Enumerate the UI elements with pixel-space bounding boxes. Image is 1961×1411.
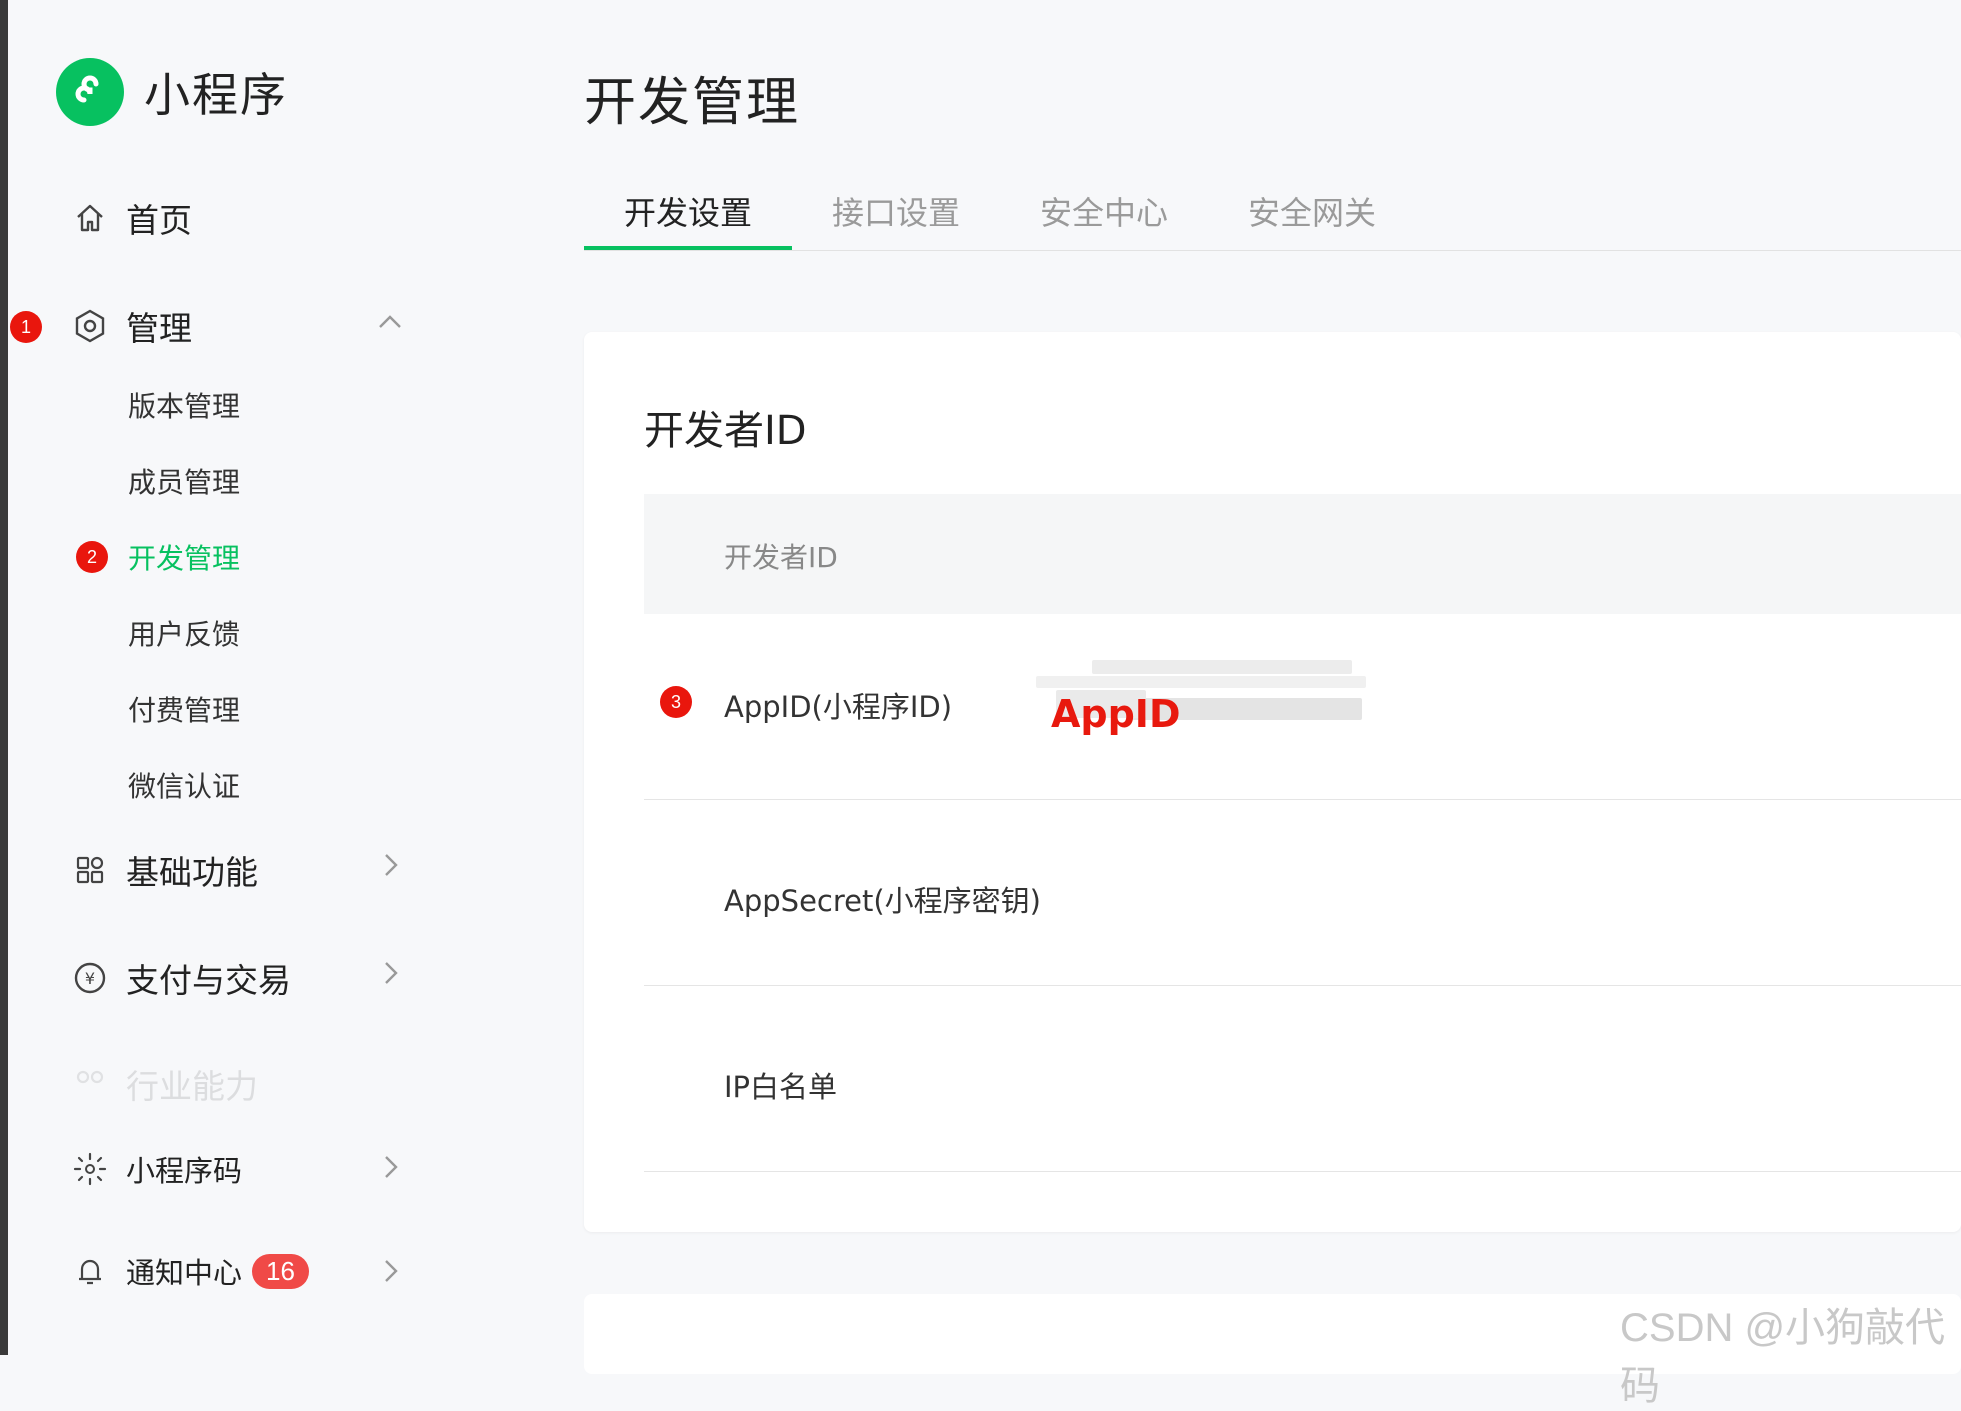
sidebar-subitem-payment-manage[interactable]: 付费管理: [128, 689, 240, 729]
sidebar-item-label: 支付与交易: [126, 961, 291, 1000]
home-icon: [72, 200, 108, 236]
bell-icon: [72, 1253, 108, 1289]
window-edge: [0, 0, 8, 1355]
app-logo[interactable]: 小程序: [56, 58, 288, 126]
step-marker-2: 2: [76, 541, 108, 573]
card-title: 开发者ID: [644, 408, 807, 454]
row-label-appsecret: AppSecret(小程序密钥): [724, 884, 1041, 918]
tab-security-center[interactable]: 安全中心: [1040, 188, 1168, 234]
tab-security-gateway[interactable]: 安全网关: [1248, 188, 1376, 234]
table-row-appsecret: AppSecret(小程序密钥): [644, 800, 1961, 986]
chevron-up-icon[interactable]: [376, 308, 404, 336]
watermark: CSDN @小狗敲代码: [1620, 1306, 1946, 1408]
chevron-right-icon[interactable]: [376, 1257, 404, 1285]
page-title: 开发管理: [584, 73, 801, 133]
notification-count-badge: 16: [252, 1253, 309, 1289]
chevron-right-icon[interactable]: [376, 959, 404, 987]
sidebar-subitem-wechat-verify[interactable]: 微信认证: [128, 765, 240, 805]
miniprogram-logo-icon: [56, 58, 124, 126]
sidebar-item-label: 管理: [126, 309, 192, 348]
tab-api-settings[interactable]: 接口设置: [832, 188, 960, 234]
app-name: 小程序: [144, 68, 288, 122]
sidebar-item-label: 首页: [126, 201, 192, 240]
hexagon-settings-icon: [72, 308, 108, 344]
sidebar-subitem-dev-manage[interactable]: 开发管理: [128, 537, 240, 577]
active-tab-indicator: [584, 246, 792, 250]
grid-apps-icon: [72, 852, 108, 888]
sidebar-item-payment[interactable]: ¥ 支付与交易: [72, 954, 291, 1002]
sidebar-subitem-members[interactable]: 成员管理: [128, 461, 240, 501]
yuan-coin-icon: ¥: [72, 960, 108, 996]
sidebar-subitem-version[interactable]: 版本管理: [128, 385, 240, 425]
sidebar-item-basic-features[interactable]: 基础功能: [72, 846, 258, 894]
sidebar-item-label: 行业能力: [126, 1067, 258, 1106]
sidebar-item-industry[interactable]: 行业能力: [72, 1060, 258, 1108]
table-header-label: 开发者ID: [724, 541, 838, 574]
sidebar-item-notifications[interactable]: 通知中心 16: [72, 1250, 309, 1292]
sidebar-item-label: 通知中心: [126, 1256, 243, 1290]
chevron-right-icon[interactable]: [376, 1153, 404, 1181]
sidebar-subitem-feedback[interactable]: 用户反馈: [128, 613, 240, 653]
miniprogram-code-icon: [72, 1151, 108, 1187]
sidebar-item-manage[interactable]: 管理: [72, 302, 192, 350]
table-header: 开发者ID: [644, 494, 1961, 614]
appid-annotation: AppID: [1051, 692, 1181, 736]
sidebar-item-label: 基础功能: [126, 853, 258, 892]
sidebar-item-qrcode[interactable]: 小程序码: [72, 1148, 242, 1190]
row-label-ip-whitelist: IP白名单: [724, 1070, 838, 1104]
row-label-appid: AppID(小程序ID): [724, 690, 953, 724]
table-row-appid: 3 AppID(小程序ID) AppID: [644, 614, 1961, 800]
step-marker-1: 1: [10, 311, 42, 343]
industry-icon: [72, 1066, 108, 1102]
tab-bar: 开发设置 接口设置 安全中心 安全网关: [584, 180, 1961, 251]
svg-text:¥: ¥: [85, 969, 95, 988]
step-marker-3: 3: [660, 686, 692, 718]
appid-value-redacted: AppID: [1036, 660, 1372, 736]
developer-id-card: 开发者ID 开发者ID 3 AppID(小程序ID) AppID AppSecr…: [584, 332, 1961, 1232]
tab-dev-settings[interactable]: 开发设置: [624, 188, 752, 234]
sidebar-item-label: 小程序码: [126, 1154, 243, 1188]
sidebar-item-home[interactable]: 首页: [72, 194, 192, 242]
chevron-right-icon[interactable]: [376, 851, 404, 879]
table-row-ip-whitelist: IP白名单: [644, 986, 1961, 1172]
